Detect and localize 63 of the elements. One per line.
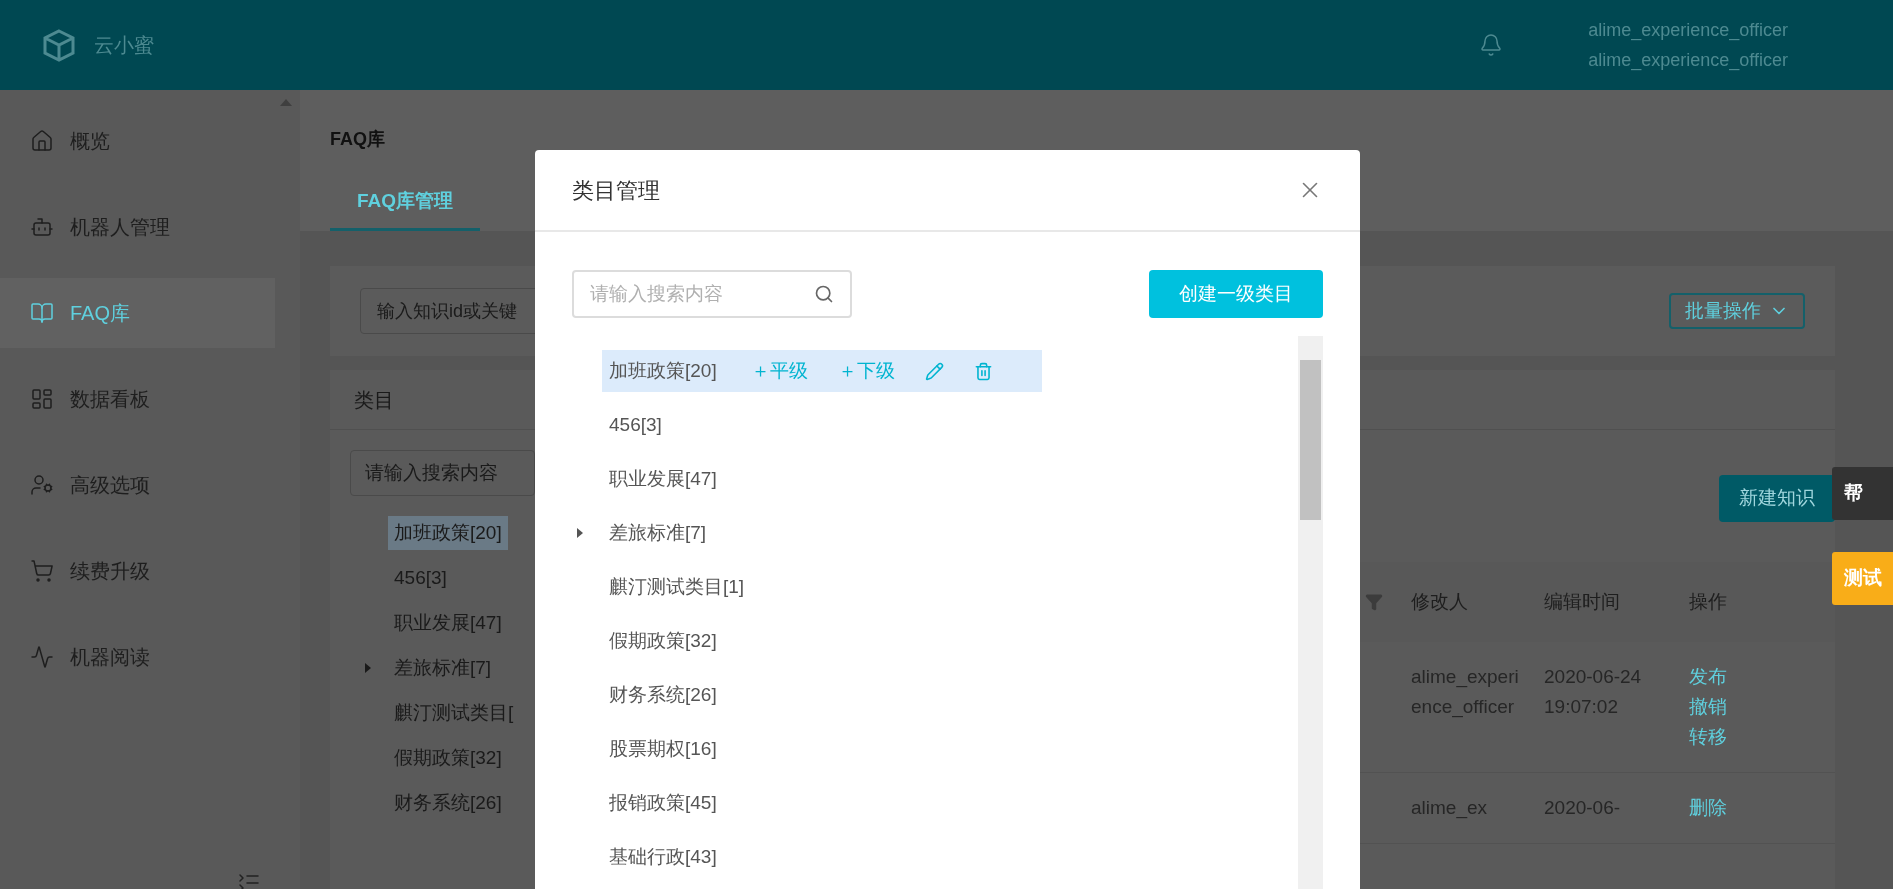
column-header: 操作 — [1689, 589, 1728, 614]
expand-caret-icon[interactable] — [577, 528, 583, 538]
category-item[interactable]: 456[3] — [388, 561, 453, 595]
dialog-title: 类目管理 — [572, 176, 660, 205]
cart-icon — [30, 559, 54, 583]
sidebar-item[interactable]: 高级选项 — [0, 450, 275, 520]
sidebar-item[interactable]: 概览 — [0, 106, 275, 176]
edit-icon[interactable] — [924, 361, 944, 381]
dashboard-icon — [30, 387, 54, 411]
user-name: alime_experience_officer — [1588, 49, 1788, 73]
column-header: 修改人 — [1411, 589, 1469, 614]
action-link[interactable]: 发布 — [1689, 662, 1727, 692]
category-row[interactable]: 股票期权[16] — [602, 728, 717, 770]
column-header: 编辑时间 — [1544, 589, 1621, 614]
home-icon — [30, 129, 54, 153]
category-row[interactable]: 假期政策[32] — [602, 620, 717, 662]
search-icon — [814, 284, 834, 304]
collapse-sidebar-icon[interactable] — [237, 871, 261, 889]
tab[interactable]: FAQ库管理 — [330, 187, 480, 231]
sidebar-item[interactable]: 机器人管理 — [0, 192, 275, 262]
user-name: alime_experience_officer — [1588, 19, 1788, 43]
category-item[interactable]: 财务系统[26] — [388, 786, 508, 820]
row-action-link[interactable]: ＋下级 — [837, 356, 895, 386]
category-row[interactable]: 加班政策[20] ＋平级 ＋下级 — [602, 350, 1042, 392]
action-link[interactable]: 转移 — [1689, 722, 1727, 752]
category-item[interactable]: 职业发展[47] — [388, 606, 508, 640]
category-item[interactable]: 麒汀测试类目[ — [388, 696, 520, 730]
panel-title: 类目 — [354, 387, 394, 413]
dialog-search-field[interactable]: 请输入搜索内容 — [572, 270, 852, 318]
row-action-link[interactable]: ＋平级 — [750, 356, 808, 386]
user-gear-icon — [30, 473, 54, 497]
category-item[interactable]: 假期政策[32] — [388, 741, 508, 775]
sidebar-item[interactable]: 续费升级 — [0, 536, 275, 606]
chart-icon — [30, 645, 54, 669]
new-knowledge-button[interactable]: 新建知识 — [1719, 475, 1835, 522]
category-row[interactable]: 基础行政[43] — [602, 836, 717, 878]
category-item[interactable]: 加班政策[20] — [388, 516, 508, 550]
sidebar-item[interactable]: FAQ库 — [0, 278, 275, 348]
category-row[interactable]: 职业发展[47] — [602, 458, 717, 500]
robot-icon — [30, 215, 54, 239]
scroll-up-icon[interactable] — [280, 99, 292, 106]
filter-icon[interactable] — [1365, 593, 1383, 611]
category-row[interactable]: 麒汀测试类目[1] — [602, 566, 745, 608]
notification-bell-icon[interactable] — [1479, 33, 1504, 57]
create-category-button[interactable]: 创建一级类目 — [1149, 270, 1323, 318]
action-link[interactable]: 撤销 — [1689, 692, 1727, 722]
test-window-tab[interactable]: 测试 — [1832, 552, 1893, 605]
sidebar-item[interactable]: 数据看板 — [0, 364, 275, 434]
scrollbar-thumb[interactable] — [1300, 360, 1321, 520]
sidebar-item[interactable]: 机器阅读 — [0, 622, 275, 692]
category-search-field[interactable]: 请输入搜索内容 — [350, 450, 535, 496]
category-row[interactable]: 差旅标准[7] — [602, 512, 707, 554]
category-item[interactable]: 差旅标准[7] — [388, 651, 498, 685]
batch-operation-button[interactable]: 批量操作 — [1669, 293, 1805, 329]
brand-name: 云小蜜 — [94, 33, 154, 58]
book-icon — [30, 301, 54, 325]
category-row[interactable]: 财务系统[26] — [602, 674, 717, 716]
page-title: FAQ库 — [330, 128, 386, 151]
category-row[interactable]: 456[3] — [602, 404, 662, 446]
delete-icon[interactable] — [973, 361, 993, 381]
action-link[interactable]: 删除 — [1689, 793, 1727, 823]
category-row[interactable]: 报销政策[45] — [602, 782, 717, 824]
help-tab[interactable]: 帮 — [1832, 467, 1893, 520]
